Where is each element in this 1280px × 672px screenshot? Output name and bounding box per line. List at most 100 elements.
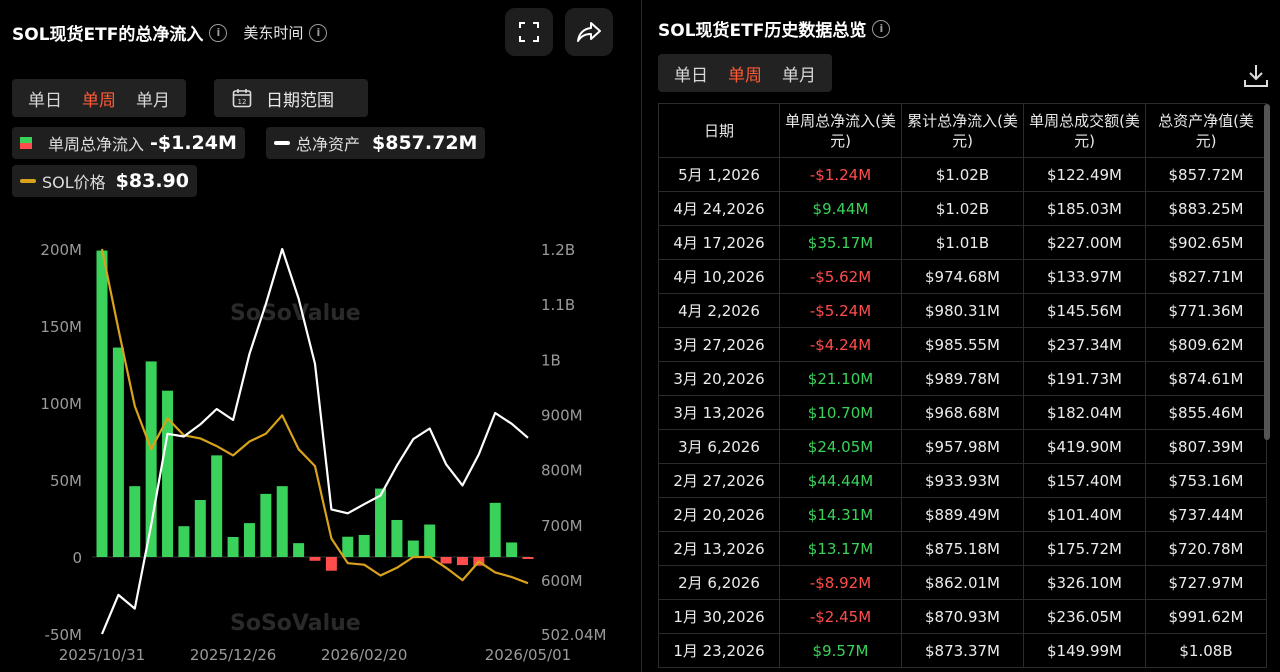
x-tick-label: 2026/05/01 — [485, 646, 571, 664]
table-row: 2月 13,2026 $13.17M $875.18M $175.72M $720.78… — [658, 531, 1267, 566]
row-cumulative-inflow: $985.55M — [901, 327, 1024, 362]
row-weekly-volume: $122.49M — [1023, 157, 1146, 192]
col-cumulative-inflow[interactable]: 累计总净流入(美元) — [901, 103, 1024, 158]
row-date: 3月 6,2026 — [658, 429, 780, 464]
watermark-logo: SoSoValue — [230, 301, 361, 326]
weekly-inflow-bar — [440, 557, 452, 564]
weekly-inflow-bar — [309, 557, 321, 561]
tab-monthly[interactable]: 单月 — [126, 86, 180, 111]
weekly-inflow-bar — [276, 486, 288, 557]
row-weekly-inflow: $10.70M — [779, 395, 902, 430]
table-tab-monthly[interactable]: 单月 — [772, 61, 826, 86]
row-net-assets: $855.46M — [1145, 395, 1267, 430]
share-button[interactable] — [565, 8, 613, 56]
price-line-legend-icon — [20, 179, 36, 183]
table-info-icon[interactable]: i — [872, 19, 891, 38]
row-weekly-volume: $191.73M — [1023, 361, 1146, 396]
row-net-assets: $902.65M — [1145, 225, 1267, 260]
flow-chart: 200M 150M 100M 50M 0 -50M 1.2B 1.1B 1B 900M 800M 70… — [40, 241, 606, 664]
weekly-inflow-bar — [456, 557, 468, 566]
row-date: 3月 20,2026 — [658, 361, 780, 396]
legend-weekly-value: -$1.24M — [150, 132, 237, 154]
row-net-assets: $737.44M — [1145, 497, 1267, 532]
weekly-inflow-bar — [407, 540, 419, 557]
row-weekly-inflow: -$2.45M — [779, 599, 902, 634]
tab-daily[interactable]: 单日 — [18, 86, 72, 111]
row-net-assets: $883.25M — [1145, 191, 1267, 226]
legend-assets-label: 总净资产 — [296, 135, 361, 154]
bar-legend-icon — [20, 137, 32, 149]
table-tab-weekly[interactable]: 单周 — [718, 61, 772, 86]
col-date[interactable]: 日期 — [658, 103, 780, 158]
weekly-inflow-bar — [243, 523, 255, 557]
row-cumulative-inflow: $870.93M — [901, 599, 1024, 634]
row-date: 4月 17,2026 — [658, 225, 780, 260]
row-net-assets: $809.62M — [1145, 327, 1267, 362]
y-left-tick-label: 50M — [50, 472, 82, 490]
legend-assets-value: $857.72M — [372, 132, 478, 154]
table-period-tabs: 单日 单周 单月 — [658, 54, 832, 92]
legend-net-assets[interactable]: 总净资产 $857.72M — [266, 127, 486, 159]
legend-weekly-inflow[interactable]: 单周总净流入 -$1.24M — [12, 127, 245, 159]
y-left-tick-label: 200M — [40, 241, 82, 259]
table-title: SOL现货ETF历史数据总览 — [658, 21, 867, 41]
table-row: 4月 10,2026 -$5.62M $974.68M $133.97M $827.71… — [658, 259, 1267, 294]
y-right-tick-label: 502.04M — [541, 626, 606, 644]
timezone-label: 美东时间 — [243, 24, 304, 42]
weekly-inflow-bar — [162, 390, 174, 557]
weekly-inflow-bar — [260, 493, 272, 557]
weekly-inflow-bar — [342, 536, 354, 557]
weekly-inflow-bar — [391, 519, 403, 557]
row-weekly-volume: $101.40M — [1023, 497, 1146, 532]
row-net-assets: $827.71M — [1145, 259, 1267, 294]
row-weekly-inflow: -$8.92M — [779, 565, 902, 600]
table-row: 2月 20,2026 $14.31M $889.49M $101.40M $737.44… — [658, 497, 1267, 532]
row-weekly-inflow: $14.31M — [779, 497, 902, 532]
row-weekly-volume: $157.40M — [1023, 463, 1146, 498]
col-weekly-inflow[interactable]: 单周总净流入(美元) — [779, 103, 902, 158]
weekly-inflow-bar — [178, 526, 190, 557]
row-date: 4月 24,2026 — [658, 191, 780, 226]
row-weekly-inflow: $35.17M — [779, 225, 902, 260]
row-weekly-volume: $182.04M — [1023, 395, 1146, 430]
table-row: 4月 24,2026 $9.44M $1.02B $185.03M $883.25M — [658, 191, 1267, 226]
legend-sol-price[interactable]: SOL价格 $83.90 — [12, 165, 197, 197]
table-tab-daily[interactable]: 单日 — [664, 61, 718, 86]
info-icon[interactable]: i — [209, 23, 228, 42]
table-row: 4月 2,2026 -$5.24M $980.31M $145.56M $771.36M — [658, 293, 1267, 328]
period-tabs: 单日 单周 单月 — [12, 79, 186, 117]
table-scrollbar[interactable] — [1264, 104, 1270, 440]
y-right-tick-label: 1.2B — [541, 241, 575, 259]
weekly-inflow-bar — [325, 557, 337, 571]
tab-weekly[interactable]: 单周 — [72, 86, 126, 111]
row-weekly-inflow: $24.05M — [779, 429, 902, 464]
row-weekly-inflow: -$5.24M — [779, 293, 902, 328]
table-header-row: 日期 单周总净流入(美元) 累计总净流入(美元) 单周总成交额(美元) 总资产净… — [658, 103, 1267, 158]
row-weekly-inflow: $44.44M — [779, 463, 902, 498]
y-right-tick-label: 800M — [541, 462, 583, 480]
date-range-button[interactable]: 12 日期范围 — [214, 79, 368, 117]
row-cumulative-inflow: $1.02B — [901, 157, 1024, 192]
download-icon[interactable] — [1242, 62, 1270, 90]
fullscreen-button[interactable] — [505, 8, 553, 56]
weekly-inflow-bar — [375, 488, 387, 557]
y-right-tick-label: 700M — [541, 517, 583, 535]
col-net-assets[interactable]: 总资产净值(美元) — [1145, 103, 1267, 158]
table-row: 1月 30,2026 -$2.45M $870.93M $236.05M $991.62… — [658, 599, 1267, 634]
chart-title-row: SOL现货ETF的总净流入 i 美东时间 i — [12, 20, 328, 45]
row-weekly-volume: $237.34M — [1023, 327, 1146, 362]
col-weekly-volume[interactable]: 单周总成交额(美元) — [1023, 103, 1146, 158]
row-weekly-inflow: -$5.62M — [779, 259, 902, 294]
row-weekly-inflow: -$1.24M — [779, 157, 902, 192]
row-net-assets: $807.39M — [1145, 429, 1267, 464]
row-cumulative-inflow: $933.93M — [901, 463, 1024, 498]
row-cumulative-inflow: $968.68M — [901, 395, 1024, 430]
timezone-info-icon[interactable]: i — [309, 23, 328, 42]
weekly-inflow-bar — [96, 250, 108, 557]
etf-flow-chart-panel: SOL现货ETF的总净流入 i 美东时间 i 单日 单周 单月 12 日期范围 … — [0, 0, 640, 672]
table-row: 2月 27,2026 $44.44M $933.93M $157.40M $753.16… — [658, 463, 1267, 498]
legend-price-value: $83.90 — [115, 170, 189, 192]
row-cumulative-inflow: $1.02B — [901, 191, 1024, 226]
row-net-assets: $874.61M — [1145, 361, 1267, 396]
table-row: 3月 27,2026 -$4.24M $985.55M $237.34M $809.62… — [658, 327, 1267, 362]
